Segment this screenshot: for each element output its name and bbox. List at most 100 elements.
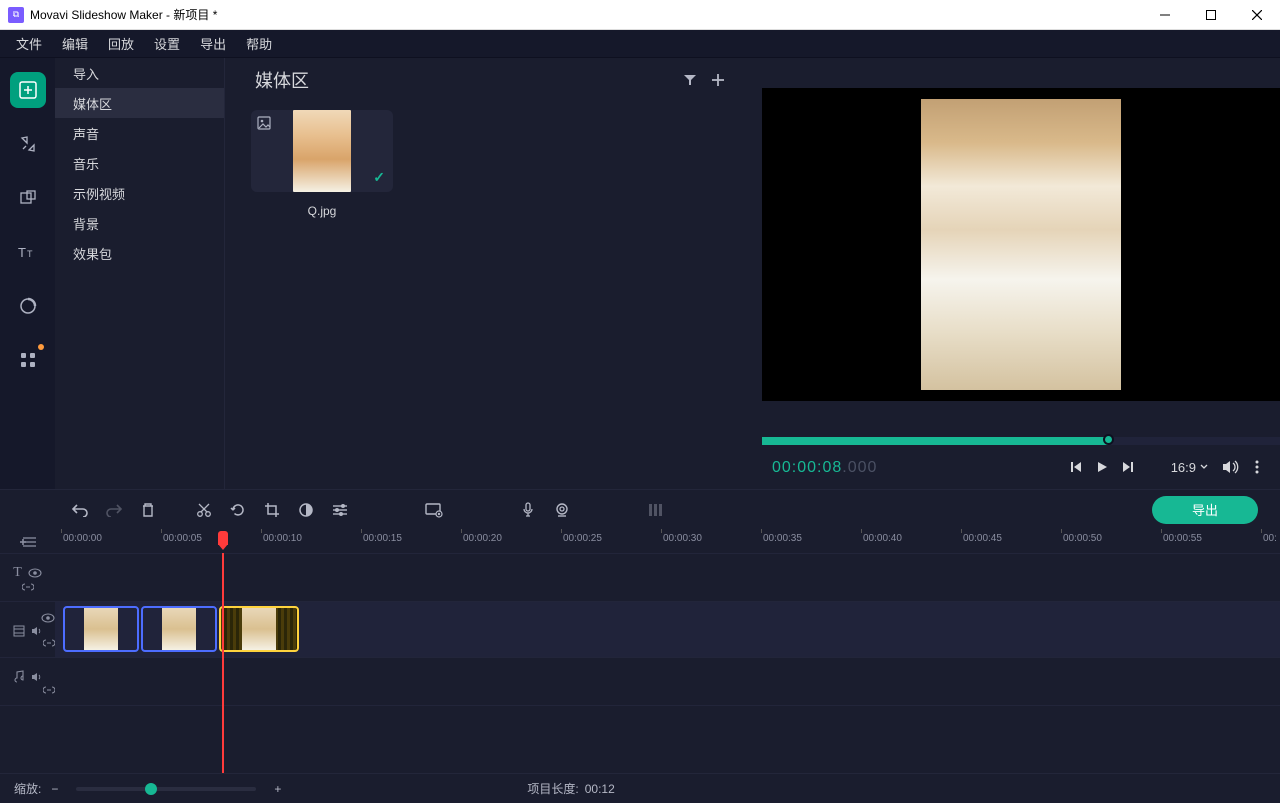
media-panel: 媒体区 ✓ Q.jpg — [225, 58, 762, 489]
redo-button[interactable] — [97, 493, 131, 527]
menu-export[interactable]: 导出 — [190, 30, 236, 57]
play-button[interactable] — [1089, 454, 1115, 480]
scrub-fill — [762, 437, 1108, 445]
audio-track — [0, 657, 1280, 705]
cut-button[interactable] — [187, 493, 221, 527]
menubar: 文件 编辑 回放 设置 导出 帮助 — [0, 30, 1280, 58]
menu-settings[interactable]: 设置 — [144, 30, 190, 57]
zoom-slider[interactable] — [76, 787, 256, 791]
media-thumbnail-image — [293, 110, 351, 192]
tool-titles[interactable]: TT — [10, 234, 46, 270]
color-button[interactable] — [289, 493, 323, 527]
subnav-sound[interactable]: 声音 — [55, 118, 224, 148]
filter-icon[interactable] — [676, 66, 704, 94]
next-frame-button[interactable] — [1115, 454, 1141, 480]
media-item[interactable]: ✓ Q.jpg — [251, 110, 393, 218]
more-options-button[interactable] — [1244, 454, 1270, 480]
menu-edit[interactable]: 编辑 — [52, 30, 98, 57]
preview-viewport[interactable] — [762, 88, 1280, 401]
link-icon[interactable] — [43, 686, 55, 694]
subnav-music[interactable]: 音乐 — [55, 148, 224, 178]
volume-button[interactable] — [1218, 454, 1244, 480]
audio-track-body[interactable] — [55, 658, 1280, 705]
preview-image — [921, 99, 1121, 390]
playhead[interactable] — [222, 553, 224, 773]
music-icon — [13, 670, 25, 684]
main-area: TT 导入 媒体区 声音 音乐 示例视频 背景 效果包 媒体区 ✓ Q — [0, 58, 1280, 489]
timeline: 00:00:00 00:00:05 00:00:10 00:00:15 00:0… — [0, 529, 1280, 773]
text-track-body[interactable] — [55, 554, 1280, 601]
preview-controls: 00:00:08.000 16:9 — [762, 445, 1280, 489]
preview-time: 00:00:08.000 — [772, 457, 877, 477]
project-length-label: 项目长度: — [527, 780, 578, 797]
subnav-background[interactable]: 背景 — [55, 208, 224, 238]
video-track-head — [0, 602, 55, 657]
text-track: T — [0, 553, 1280, 601]
zoom-in-button[interactable]: + — [270, 782, 285, 796]
svg-text:T: T — [27, 249, 33, 259]
undo-button[interactable] — [63, 493, 97, 527]
tool-stickers[interactable] — [10, 288, 46, 324]
menu-help[interactable]: 帮助 — [236, 30, 282, 57]
speaker-icon[interactable] — [31, 672, 43, 682]
media-grid: ✓ Q.jpg — [225, 102, 762, 226]
timeline-ruler[interactable]: 00:00:00 00:00:05 00:00:10 00:00:15 00:0… — [55, 529, 1280, 553]
subnav-sample[interactable]: 示例视频 — [55, 178, 224, 208]
tool-transitions[interactable] — [10, 180, 46, 216]
close-button[interactable] — [1234, 0, 1280, 30]
crop-button[interactable] — [255, 493, 289, 527]
empty-track — [0, 705, 1280, 773]
timeline-tracks: T — [0, 553, 1280, 773]
project-length-value: 00:12 — [585, 782, 615, 796]
aspect-ratio-selector[interactable]: 16:9 — [1171, 460, 1208, 475]
preview-scrubber[interactable] — [762, 437, 1280, 445]
speaker-icon[interactable] — [31, 626, 43, 636]
clip-1[interactable] — [63, 606, 139, 652]
subnav-import[interactable]: 导入 — [55, 58, 224, 88]
media-title: 媒体区 — [255, 67, 309, 93]
left-tool-rail: TT — [0, 58, 55, 489]
menu-file[interactable]: 文件 — [6, 30, 52, 57]
maximize-button[interactable] — [1188, 0, 1234, 30]
scrub-thumb[interactable] — [1103, 434, 1114, 445]
chevron-down-icon — [1200, 463, 1208, 471]
menu-playback[interactable]: 回放 — [98, 30, 144, 57]
tool-import[interactable] — [10, 72, 46, 108]
media-filename: Q.jpg — [308, 204, 337, 218]
app-icon: ⧉ — [8, 7, 24, 23]
eye-icon[interactable] — [28, 568, 42, 578]
statusbar: 缩放: − + 项目长度: 00:12 — [0, 773, 1280, 803]
subnav: 导入 媒体区 声音 音乐 示例视频 背景 效果包 — [55, 58, 225, 489]
zoom-thumb[interactable] — [145, 783, 157, 795]
check-icon: ✓ — [373, 169, 385, 186]
subnav-effects[interactable]: 效果包 — [55, 238, 224, 268]
rotate-button[interactable] — [221, 493, 255, 527]
eye-icon[interactable] — [41, 613, 55, 623]
properties-button[interactable] — [323, 493, 357, 527]
titlebar: ⧉ Movavi Slideshow Maker - 新项目 * — [0, 0, 1280, 30]
media-header: 媒体区 — [225, 58, 762, 102]
export-button[interactable]: 导出 — [1152, 496, 1258, 524]
webcam-button[interactable] — [545, 493, 579, 527]
timeline-ruler-row: 00:00:00 00:00:05 00:00:10 00:00:15 00:0… — [0, 529, 1280, 553]
prev-frame-button[interactable] — [1063, 454, 1089, 480]
delete-button[interactable] — [131, 493, 165, 527]
link-icon[interactable] — [22, 583, 34, 591]
subnav-media[interactable]: 媒体区 — [55, 88, 224, 118]
tool-filters[interactable] — [10, 126, 46, 162]
audio-track-head — [0, 658, 55, 705]
mic-button[interactable] — [511, 493, 545, 527]
grid-view-button[interactable] — [639, 493, 673, 527]
media-thumb[interactable]: ✓ — [251, 110, 393, 192]
add-media-button[interactable] — [704, 66, 732, 94]
zoom-out-button[interactable]: − — [47, 782, 62, 796]
minimize-button[interactable] — [1142, 0, 1188, 30]
timeline-toolbar: 导出 — [0, 489, 1280, 529]
add-track-button[interactable] — [0, 529, 55, 553]
video-track-body[interactable] — [55, 602, 1280, 657]
clip-2[interactable] — [141, 606, 217, 652]
record-screen-button[interactable] — [417, 493, 451, 527]
tool-more[interactable] — [10, 342, 46, 378]
link-icon[interactable] — [43, 639, 55, 647]
clip-3-selected[interactable] — [219, 606, 299, 652]
